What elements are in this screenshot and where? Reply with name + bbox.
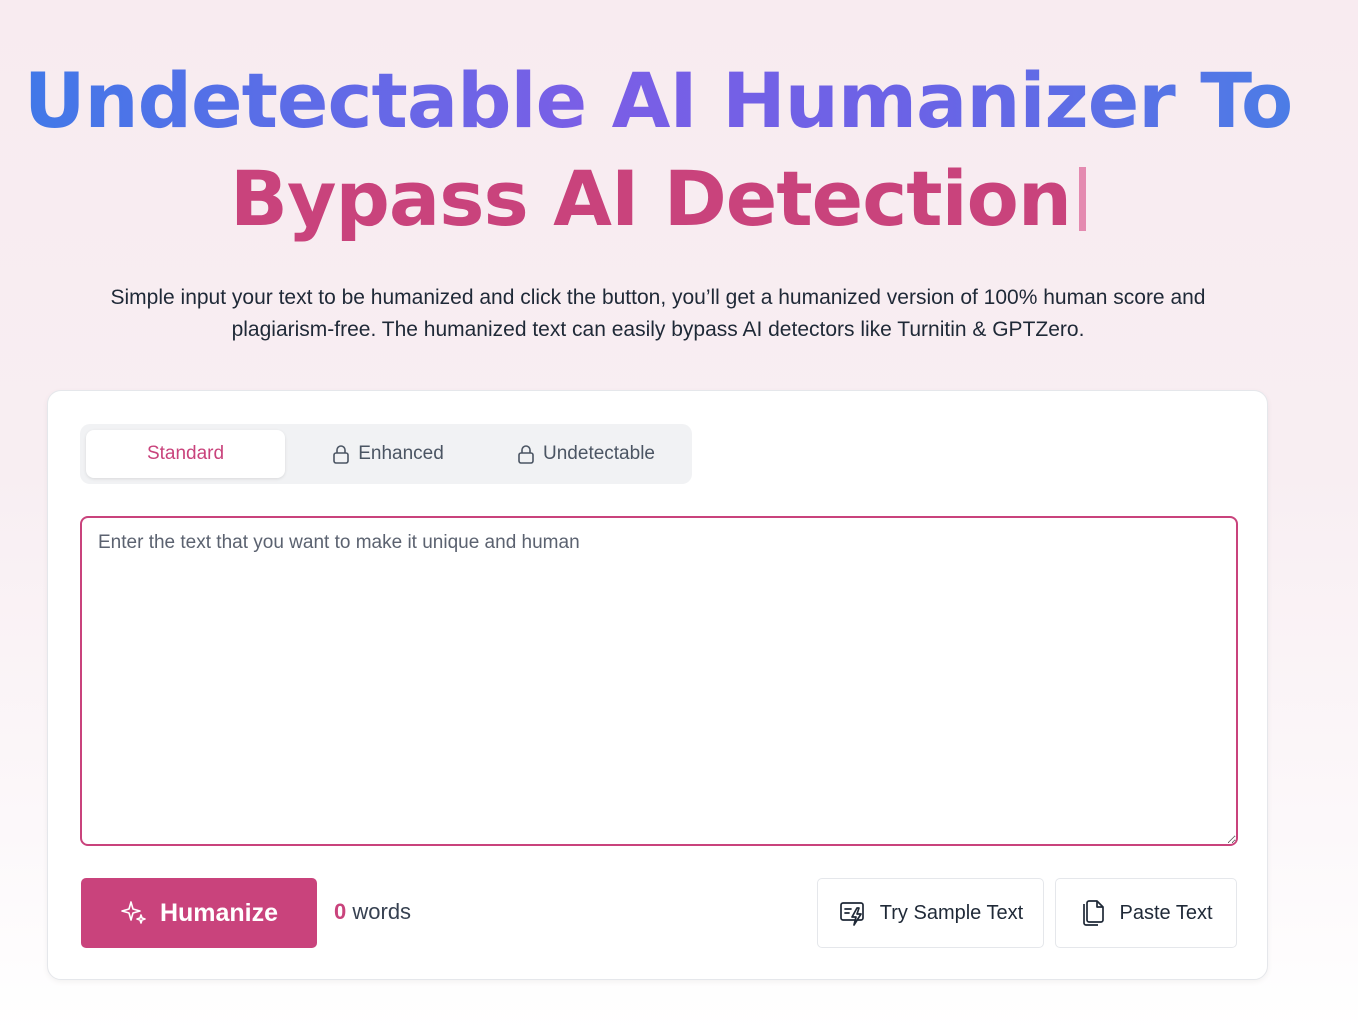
text-input[interactable] bbox=[80, 516, 1238, 846]
paste-text-label: Paste Text bbox=[1119, 901, 1213, 924]
typing-caret bbox=[1078, 167, 1086, 231]
word-count-value: 0 bbox=[334, 899, 347, 924]
title-line-1: Undetectable AI Humanizer To bbox=[0, 52, 1316, 150]
tab-standard[interactable]: Standard bbox=[86, 430, 285, 478]
tab-enhanced-label: Enhanced bbox=[358, 443, 444, 464]
tab-enhanced[interactable]: Enhanced bbox=[290, 430, 486, 478]
sparkles-icon bbox=[121, 901, 146, 924]
humanize-button-label: Humanize bbox=[159, 898, 279, 927]
try-sample-text-label: Try Sample Text bbox=[879, 901, 1024, 924]
tab-undetectable-label: Undetectable bbox=[543, 443, 655, 464]
word-count-unit: words bbox=[352, 899, 412, 924]
copy-icon bbox=[1083, 900, 1105, 926]
tab-undetectable[interactable]: Undetectable bbox=[486, 430, 686, 478]
lock-icon bbox=[518, 445, 534, 464]
humanize-button[interactable]: Humanize bbox=[81, 878, 317, 948]
mode-tabs: Standard Enhanced Undetectable bbox=[80, 424, 692, 484]
tab-standard-label: Standard bbox=[146, 443, 225, 464]
sample-text-icon bbox=[839, 902, 864, 926]
paste-text-button[interactable]: Paste Text bbox=[1055, 878, 1237, 948]
page-title: Undetectable AI Humanizer To Bypass AI D… bbox=[0, 52, 1316, 248]
try-sample-text-button[interactable]: Try Sample Text bbox=[817, 878, 1044, 948]
lock-icon bbox=[333, 445, 350, 464]
title-line-2-text: Bypass AI Detection bbox=[230, 154, 1072, 243]
title-line-2: Bypass AI Detection bbox=[0, 150, 1316, 248]
page-subtitle: Simple input your text to be humanized a… bbox=[110, 286, 1206, 341]
humanizer-card: Standard Enhanced Undetectable Humanize … bbox=[47, 390, 1268, 980]
word-count: 0 words bbox=[334, 899, 411, 925]
